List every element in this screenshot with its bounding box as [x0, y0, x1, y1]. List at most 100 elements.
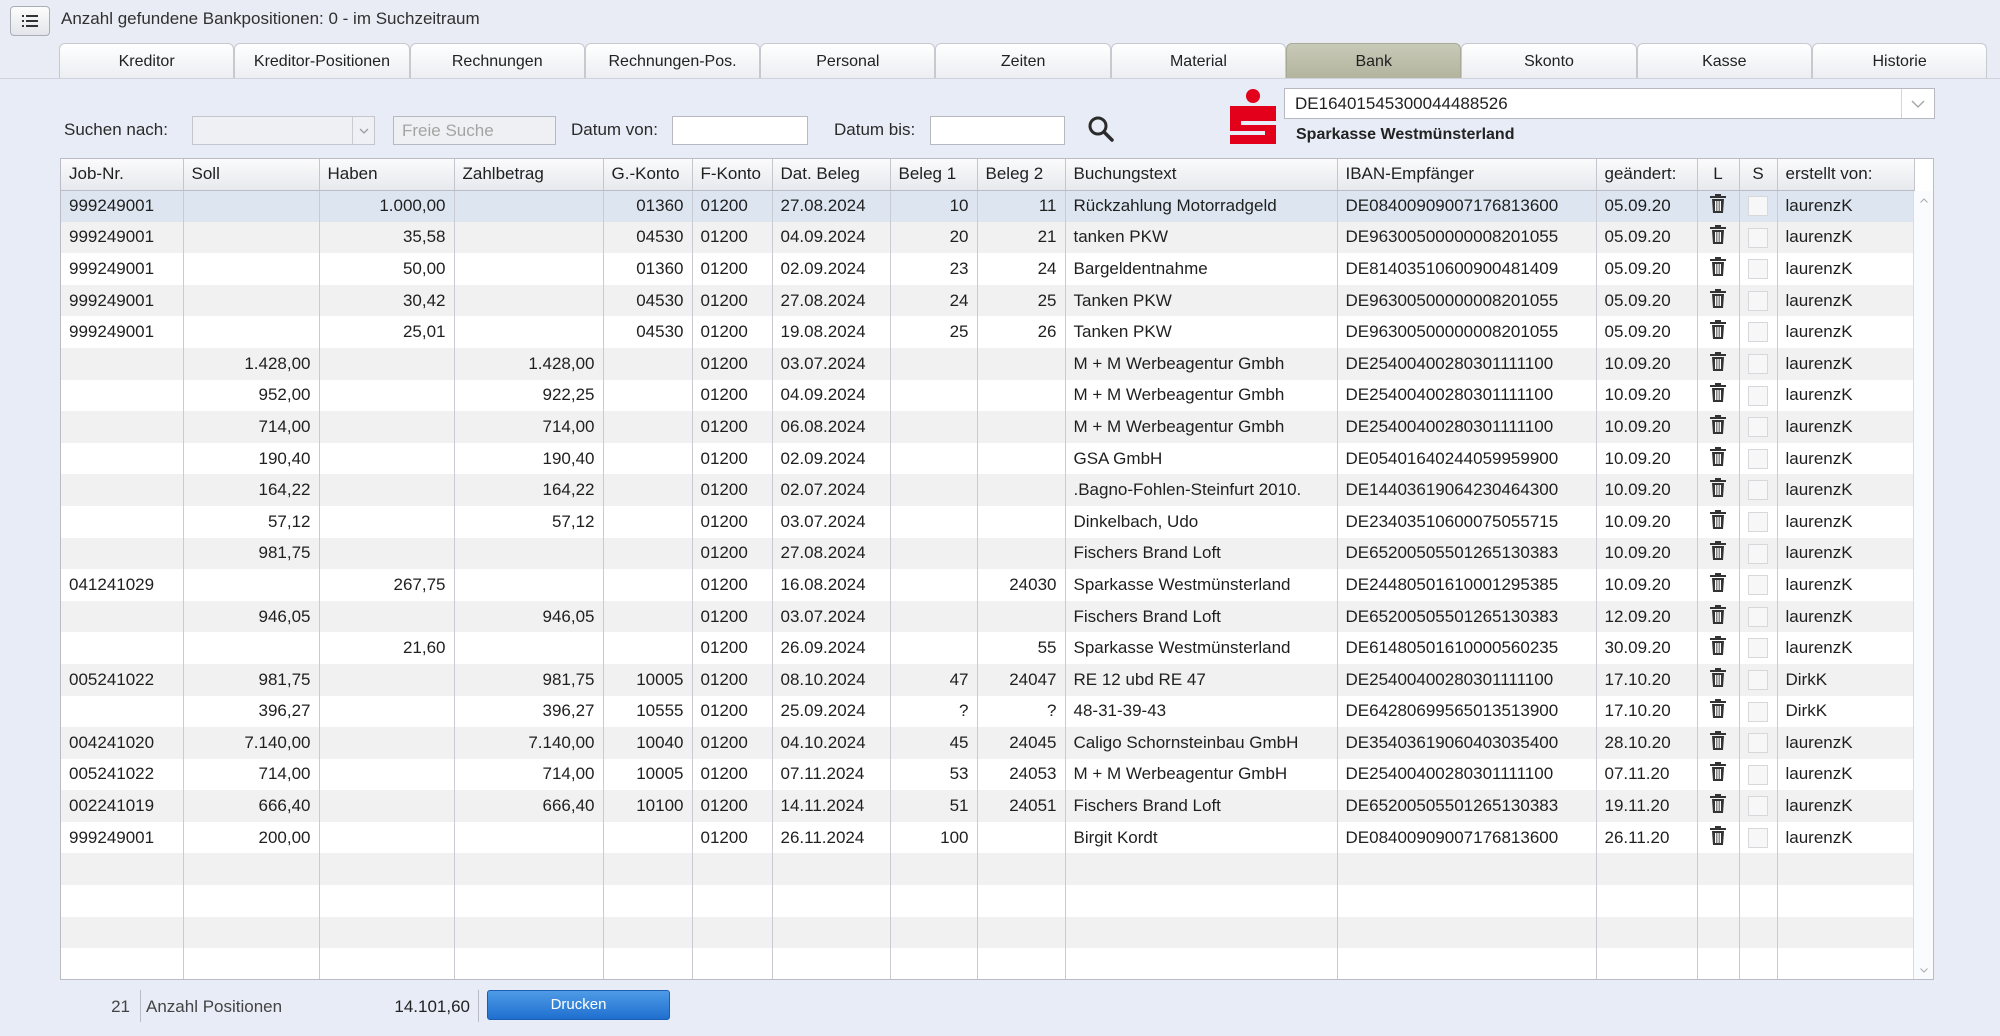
table-row[interactable]: 21,60 01200 26.09.2024 55 Sparkasse Westmüns…	[61, 632, 1915, 664]
table-row[interactable]: 005241022 714,00 714,00 10005 01200 07.11.202…	[61, 758, 1915, 791]
table-row[interactable]: 005241022 981,75 981,75 10005 01200 08.10.202…	[61, 663, 1915, 696]
trash-icon[interactable]	[1710, 288, 1726, 312]
table-row[interactable]: 981,75 01200 27.08.2024 Fischers Brand Loft…	[61, 537, 1915, 570]
trash-icon[interactable]	[1710, 351, 1726, 375]
table-row[interactable]: 946,05 946,05 01200 03.07.2024 Fischers Bran…	[61, 600, 1915, 633]
tab-kasse[interactable]: Kasse	[1636, 43, 1812, 78]
table-row[interactable]: 190,40 190,40 01200 02.09.2024 GSA GmbH DE054…	[61, 442, 1915, 475]
col-header-haben[interactable]: Haben	[319, 159, 455, 191]
trash-icon[interactable]	[1710, 225, 1726, 248]
trash-icon[interactable]	[1710, 509, 1726, 533]
date-to-input[interactable]	[930, 116, 1065, 145]
free-search-input[interactable]	[393, 116, 556, 145]
tab-material[interactable]: Material	[1110, 43, 1287, 78]
table-row[interactable]: 164,22 164,22 01200 02.07.2024 .Bagno-Fohlen…	[61, 474, 1915, 506]
table-row[interactable]: 041241029 267,75 01200 16.08.2024 24030 Spark…	[61, 569, 1915, 601]
trash-icon[interactable]	[1710, 256, 1726, 280]
table-row[interactable]: 999249001 30,42 04530 01200 27.08.2024 24 25 Ta…	[61, 284, 1915, 317]
s-checkbox[interactable]	[1748, 290, 1768, 311]
col-header-soll[interactable]: Soll	[183, 159, 320, 191]
vertical-scrollbar[interactable]	[1913, 191, 1933, 979]
col-header-zahlbetrag[interactable]: Zahlbetrag	[454, 159, 604, 191]
trash-icon[interactable]	[1710, 667, 1726, 691]
table-row[interactable]	[61, 948, 1915, 979]
trash-icon[interactable]	[1710, 194, 1726, 217]
tab-zeiten[interactable]: Zeiten	[935, 43, 1111, 78]
table-row[interactable]: 999249001 1.000,00 01360 01200 27.08.2024 10 1…	[61, 190, 1915, 222]
trash-icon[interactable]	[1710, 825, 1726, 849]
tab-rechnungen[interactable]: Rechnungen	[409, 43, 585, 78]
col-header-beleg-1[interactable]: Beleg 1	[890, 159, 978, 191]
table-row[interactable]: 999249001 35,58 04530 01200 04.09.2024 20 21 ta…	[61, 221, 1915, 254]
s-checkbox[interactable]	[1748, 196, 1768, 217]
s-checkbox[interactable]	[1748, 511, 1768, 532]
trash-icon[interactable]	[1710, 699, 1726, 722]
col-header-dat-beleg[interactable]: Dat. Beleg	[772, 159, 891, 191]
s-checkbox[interactable]	[1748, 259, 1768, 280]
table-row[interactable]: 999249001 200,00 01200 26.11.2024 100 Birgit …	[61, 821, 1915, 854]
s-checkbox[interactable]	[1748, 827, 1768, 848]
col-header-s[interactable]: S	[1739, 159, 1778, 191]
table-row[interactable]: 002241019 666,40 666,40 10100 01200 14.11.202…	[61, 790, 1915, 822]
col-header-iban-empfaenger[interactable]: IBAN-Empfänger	[1337, 159, 1597, 191]
tab-personal[interactable]: Personal	[760, 43, 936, 78]
trash-icon[interactable]	[1710, 320, 1726, 343]
date-from-input[interactable]	[672, 116, 808, 145]
s-checkbox[interactable]	[1748, 227, 1768, 248]
s-checkbox[interactable]	[1748, 701, 1768, 722]
table-row[interactable]: 57,12 57,12 01200 03.07.2024 Dinkelbach, Udo…	[61, 505, 1915, 538]
s-checkbox[interactable]	[1748, 606, 1768, 627]
table-row[interactable]: 952,00 922,25 01200 04.09.2024 M + M Werbeag…	[61, 379, 1915, 412]
s-checkbox[interactable]	[1748, 638, 1768, 659]
trash-icon[interactable]	[1710, 604, 1726, 628]
col-header-buchungstext[interactable]: Buchungstext	[1065, 159, 1338, 191]
trash-icon[interactable]	[1710, 478, 1726, 501]
trash-icon[interactable]	[1710, 414, 1726, 438]
col-header-g-konto[interactable]: G.-Konto	[603, 159, 693, 191]
s-checkbox[interactable]	[1748, 448, 1768, 469]
tab-historie[interactable]: Historie	[1811, 43, 1988, 78]
s-checkbox[interactable]	[1748, 796, 1768, 817]
trash-icon[interactable]	[1710, 762, 1726, 785]
s-checkbox[interactable]	[1748, 543, 1768, 564]
s-checkbox[interactable]	[1748, 322, 1768, 343]
trash-icon[interactable]	[1710, 730, 1726, 754]
s-checkbox[interactable]	[1748, 669, 1768, 690]
s-checkbox[interactable]	[1748, 417, 1768, 438]
trash-icon[interactable]	[1710, 572, 1726, 596]
trash-icon[interactable]	[1710, 794, 1726, 817]
s-checkbox[interactable]	[1748, 385, 1768, 406]
col-header-l[interactable]: L	[1697, 159, 1740, 191]
s-checkbox[interactable]	[1748, 354, 1768, 375]
col-header-erstellt-von[interactable]: erstellt von:	[1777, 159, 1915, 191]
col-header-geaendert[interactable]: geändert:	[1596, 159, 1698, 191]
trash-icon[interactable]	[1710, 541, 1726, 564]
table-row[interactable]: 396,27 396,27 10555 01200 25.09.2024?? 48-31-…	[61, 695, 1915, 728]
s-checkbox[interactable]	[1748, 480, 1768, 501]
s-checkbox[interactable]	[1748, 764, 1768, 785]
col-header-job-nr[interactable]: Job-Nr.	[61, 159, 184, 191]
col-header-beleg-2[interactable]: Beleg 2	[977, 159, 1066, 191]
trash-icon[interactable]	[1710, 636, 1726, 659]
iban-select[interactable]: DE16401545300044488526	[1284, 88, 1935, 119]
table-row[interactable]	[61, 885, 1915, 917]
table-row[interactable]: 004241020 7.140,00 7.140,00 10040 01200 04.10…	[61, 727, 1915, 759]
tab-rechnungen-pos[interactable]: Rechnungen-Pos.	[584, 43, 761, 78]
table-row[interactable]	[61, 916, 1915, 949]
s-checkbox[interactable]	[1748, 575, 1768, 596]
scroll-up-icon[interactable]	[1914, 191, 1933, 209]
print-button[interactable]: Drucken	[487, 990, 670, 1020]
table-row[interactable]	[61, 853, 1915, 886]
table-row[interactable]: 999249001 50,00 01360 01200 02.09.2024 23 24 Ba…	[61, 253, 1915, 285]
search-by-select[interactable]	[192, 116, 375, 145]
s-checkbox[interactable]	[1748, 733, 1768, 754]
tab-kreditor[interactable]: Kreditor	[59, 43, 235, 78]
tab-bank[interactable]: Bank	[1286, 43, 1462, 78]
tab-skonto[interactable]: Skonto	[1461, 43, 1637, 78]
table-row[interactable]: 714,00 714,00 01200 06.08.2024 M + M Werbeag…	[61, 411, 1915, 443]
table-row[interactable]: 1.428,00 1.428,00 01200 03.07.2024 M + M Wer…	[61, 347, 1915, 380]
col-header-f-konto[interactable]: F-Konto	[692, 159, 773, 191]
tab-kreditor-positionen[interactable]: Kreditor-Positionen	[234, 43, 410, 78]
menu-button[interactable]	[10, 6, 50, 36]
scroll-down-icon[interactable]	[1914, 961, 1933, 979]
